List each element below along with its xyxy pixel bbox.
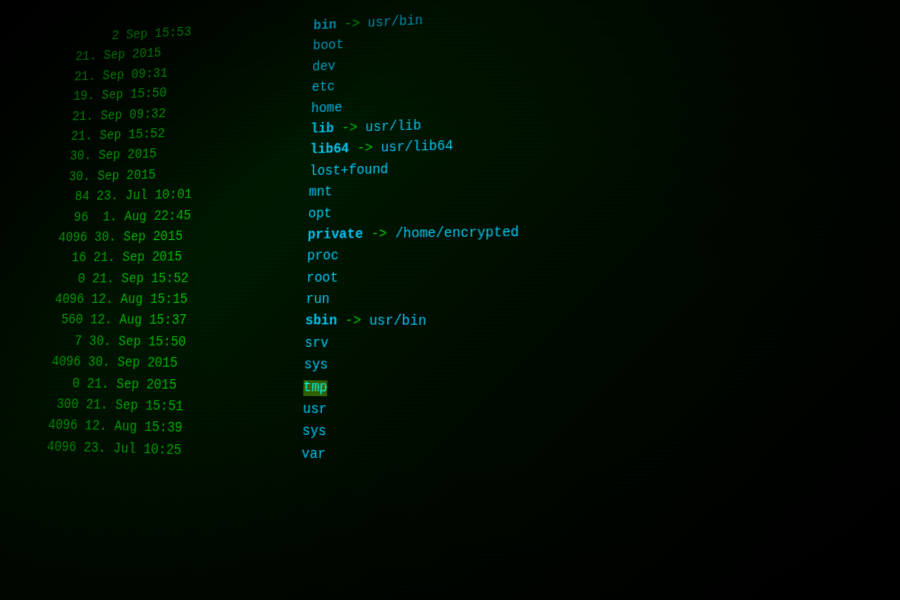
dir-name: home — [311, 98, 343, 120]
dir-name: dev — [312, 57, 336, 79]
dir-name: var — [301, 443, 326, 466]
dir-name: srv — [304, 333, 328, 355]
line-meta: 16 21. Sep 2015 — [57, 246, 308, 269]
dir-name: opt — [308, 203, 332, 225]
dir-name: private — [307, 224, 363, 246]
line-meta: 0 21. Sep 15:52 — [56, 268, 307, 290]
highlighted-tmp: tmp — [303, 380, 327, 396]
line-meta: 7 30. Sep 15:50 — [52, 331, 305, 354]
terminal-content: 2 Sep 15:53 bin -> usr/bin 21. Sep 2015 … — [0, 0, 900, 600]
dir-name: lib — [310, 119, 334, 141]
dir-name: sys — [304, 355, 329, 377]
line-meta: 4096 12. Aug 15:15 — [54, 289, 306, 311]
dir-name: bin — [313, 15, 337, 37]
line-meta: 4096 30. Sep 2015 — [58, 225, 308, 249]
dir-name: tmp — [303, 377, 328, 400]
dir-name: sbin — [305, 311, 337, 333]
dir-name: lost+found — [309, 160, 388, 183]
dir-name: proc — [307, 246, 339, 268]
dir-name: sys — [302, 421, 327, 444]
dir-name: etc — [311, 77, 335, 99]
line-meta: 560 12. Aug 15:37 — [53, 311, 305, 333]
terminal-line-13: 0 21. Sep 15:52 root — [39, 264, 900, 290]
dir-name: root — [306, 268, 338, 290]
terminal-line-14: 4096 12. Aug 15:15 run — [37, 288, 900, 312]
terminal-screen: 2 Sep 15:53 bin -> usr/bin 21. Sep 2015 … — [0, 0, 900, 600]
dir-name: lib64 — [310, 139, 350, 161]
dir-name: boot — [313, 36, 344, 58]
dir-name: usr — [302, 399, 327, 422]
dir-name: run — [306, 289, 330, 311]
dir-name: mnt — [309, 182, 333, 204]
